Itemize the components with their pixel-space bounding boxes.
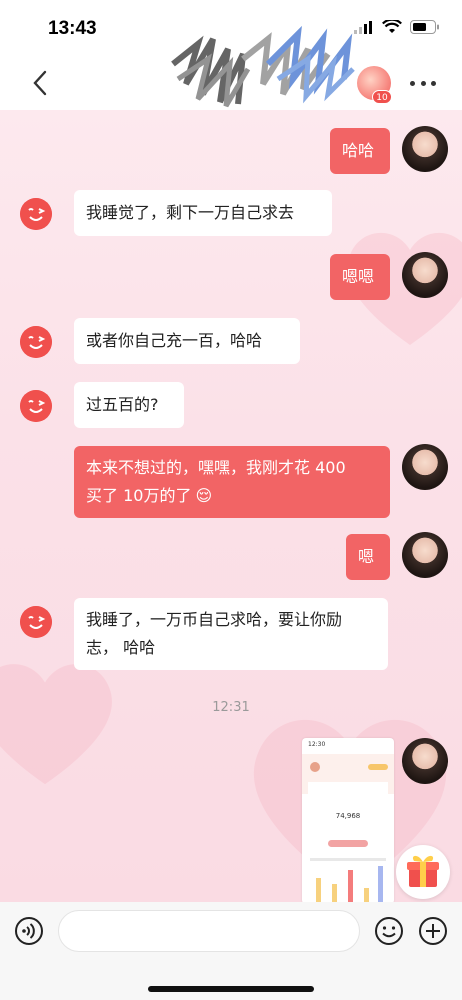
relieved-face-emoji: 😌: [195, 486, 213, 505]
bot-avatar[interactable]: [20, 606, 52, 638]
wifi-icon: [382, 20, 402, 33]
gift-icon: [407, 855, 439, 887]
user-avatar[interactable]: [402, 444, 448, 490]
chat-area[interactable]: 哈哈 我睡觉了，剩下一万自己求去 嗯嗯 或者你自己充一百，哈哈 过五百的? 本来…: [0, 110, 462, 902]
message-text: 嗯嗯: [342, 267, 375, 286]
battery-icon: [410, 20, 439, 34]
message-text: 过五百的?: [86, 395, 159, 414]
thumb-line: [310, 858, 386, 861]
message-bubble-incoming[interactable]: 我睡觉了，剩下一万自己求去: [74, 190, 332, 236]
message-input[interactable]: [58, 910, 360, 952]
message-text: 我睡觉了，剩下一万自己求去: [86, 203, 295, 222]
message-text-line: 买了 10万的了: [86, 486, 192, 505]
thumb-bar: [378, 866, 383, 902]
user-avatar[interactable]: [402, 738, 448, 784]
status-time: 13:43: [48, 18, 97, 39]
status-icons: [354, 20, 440, 34]
message-text: 哈哈: [342, 141, 375, 160]
thumb-bar: [332, 884, 337, 902]
thumb-stats: [308, 782, 388, 796]
chat-header: 10: [0, 25, 462, 110]
plus-icon[interactable]: [418, 916, 448, 946]
message-bubble-outgoing[interactable]: 哈哈: [330, 128, 390, 174]
message-text: 嗯: [358, 547, 375, 566]
message-bubble-outgoing[interactable]: 嗯嗯: [330, 254, 390, 300]
user-avatar[interactable]: [402, 252, 448, 298]
peer-level-badge: 10: [372, 90, 392, 104]
redacted-title-scribble: [171, 25, 355, 108]
thumb-avatar: [310, 762, 320, 772]
thumb-tag: [368, 764, 388, 770]
image-message-thumbnail[interactable]: 12:30 74,968: [302, 738, 394, 902]
more-icon[interactable]: [410, 76, 436, 90]
message-bubble-incoming[interactable]: 或者你自己充一百，哈哈: [74, 318, 300, 364]
user-avatar[interactable]: [402, 532, 448, 578]
bot-avatar[interactable]: [20, 326, 52, 358]
emoji-icon[interactable]: [374, 916, 404, 946]
message-bubble-outgoing[interactable]: 嗯: [346, 534, 390, 580]
voice-icon[interactable]: [14, 916, 44, 946]
thumb-value: 74,968: [335, 812, 361, 820]
message-text: 或者你自己充一百，哈哈: [86, 331, 263, 350]
message-text-line: 志， 哈哈: [86, 638, 156, 657]
back-icon[interactable]: [28, 68, 54, 98]
heart-decoration: [0, 664, 112, 785]
home-indicator: [148, 986, 314, 992]
thumb-bar: [316, 878, 321, 902]
message-bubble-incoming[interactable]: 我睡了，一万币自己求哈，要让你励 志， 哈哈: [74, 598, 388, 670]
message-bubble-outgoing[interactable]: 本来不想过的，嘿嘿，我刚才花 400 买了 10万的了 😌: [74, 446, 390, 518]
thumb-bar: [348, 870, 353, 902]
gift-button[interactable]: [396, 845, 450, 899]
bot-avatar[interactable]: [20, 390, 52, 422]
bot-avatar[interactable]: [20, 198, 52, 230]
message-text-line: 我睡了，一万币自己求哈，要让你励: [86, 610, 343, 629]
user-avatar[interactable]: [402, 126, 448, 172]
message-text-line: 本来不想过的，嘿嘿，我刚才花 400: [86, 458, 346, 477]
message-bubble-incoming[interactable]: 过五百的?: [74, 382, 184, 428]
thumb-bar: [364, 888, 369, 902]
thumb-button: [328, 840, 368, 847]
thumb-time: 12:30: [308, 741, 326, 748]
input-bar: [0, 902, 462, 1000]
message-timestamp: 12:31: [212, 700, 250, 715]
